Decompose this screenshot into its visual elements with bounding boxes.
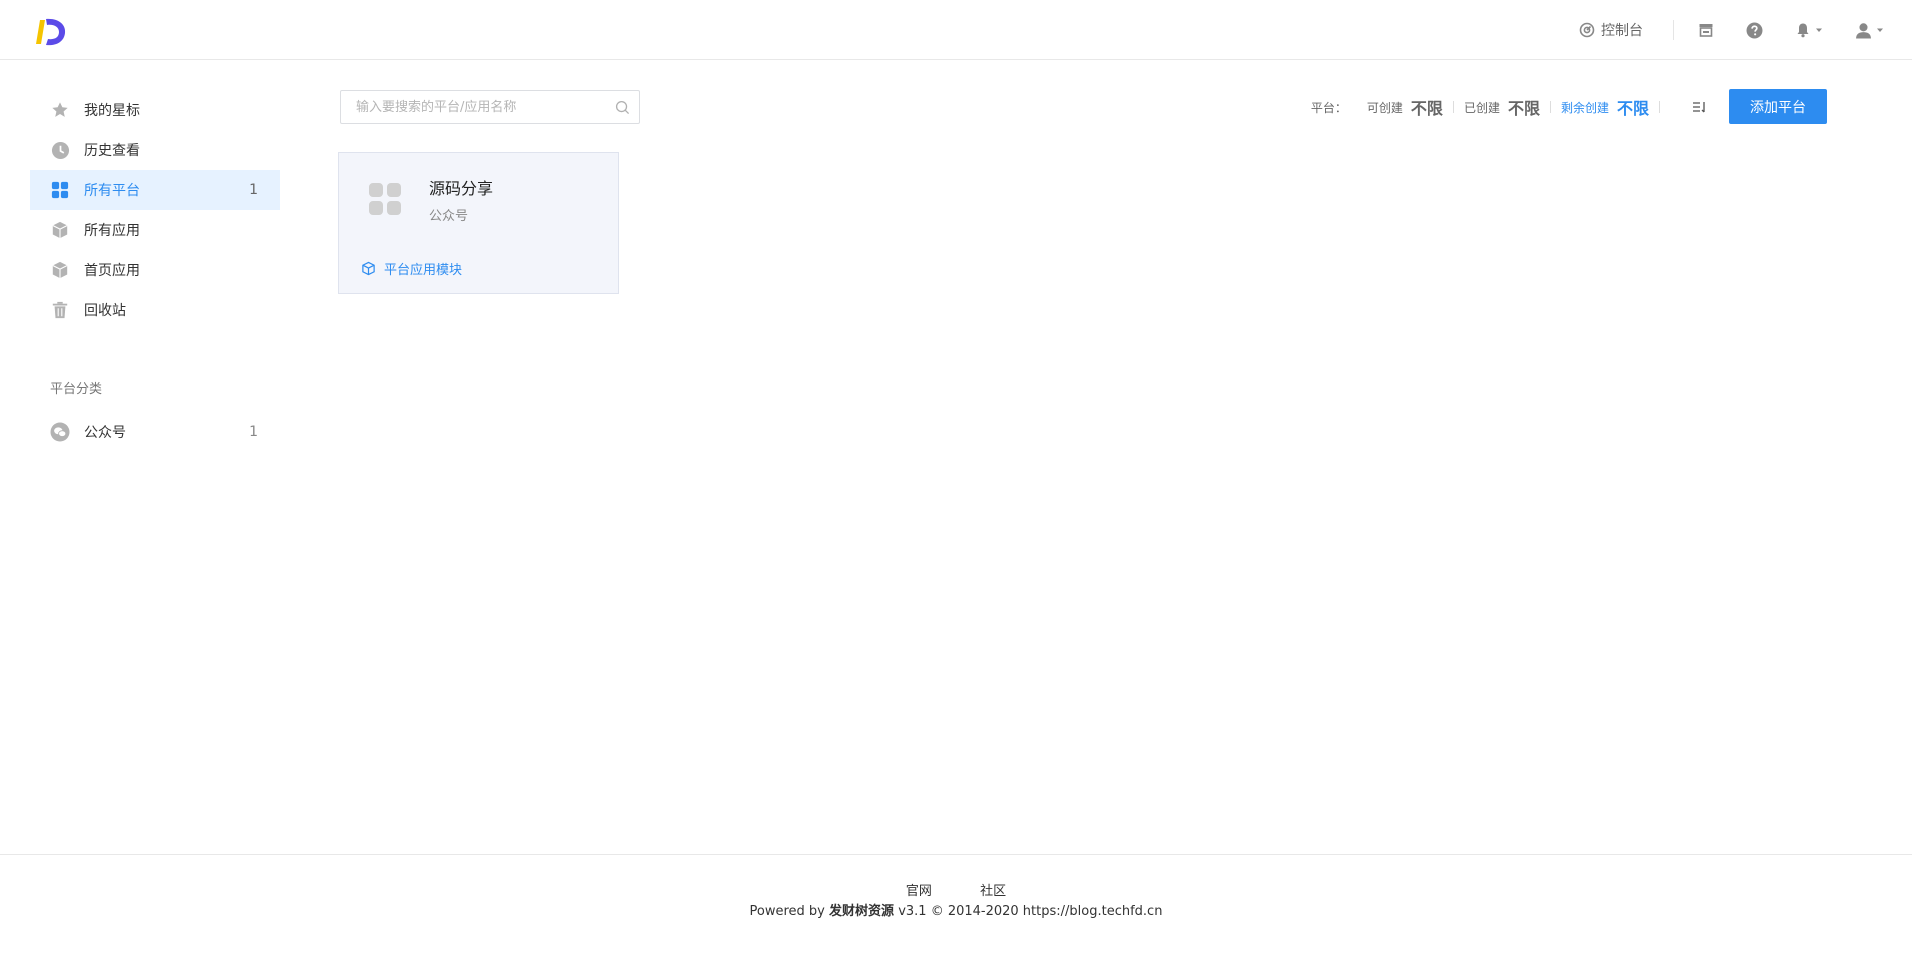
platform-app-module-link[interactable]: 平台应用模块 bbox=[361, 259, 462, 278]
top-header: 控制台 bbox=[0, 0, 1912, 60]
sidebar: 我的星标 历史查看 所有平台 1 所有应用 首页应用 回收站 平台分类 公众号 … bbox=[30, 90, 280, 452]
footer-links: 官网 社区 bbox=[0, 880, 1912, 899]
search-input[interactable] bbox=[341, 91, 639, 123]
platform-label: 平台： bbox=[1310, 100, 1347, 115]
help-button[interactable] bbox=[1746, 22, 1763, 39]
bell-icon bbox=[1797, 23, 1809, 38]
star-icon bbox=[50, 100, 70, 120]
created-value: 不限 bbox=[1507, 99, 1540, 118]
sidebar-item-label: 公众号 bbox=[84, 425, 126, 441]
sort-icon[interactable] bbox=[1692, 100, 1707, 114]
can-create-label: 可创建 bbox=[1366, 100, 1403, 115]
sidebar-item-history[interactable]: 历史查看 bbox=[30, 130, 280, 170]
sidebar-item-home-apps[interactable]: 首页应用 bbox=[30, 250, 280, 290]
sidebar-item-label: 首页应用 bbox=[84, 263, 140, 279]
remaining-label: 剩余创建 bbox=[1560, 100, 1609, 115]
sidebar-item-starred[interactable]: 我的星标 bbox=[30, 90, 280, 130]
search-box bbox=[340, 90, 640, 124]
store-button[interactable] bbox=[1698, 22, 1714, 38]
sidebar-item-label: 所有平台 bbox=[84, 183, 140, 199]
platform-card-title: 源码分享 bbox=[429, 179, 494, 198]
footer-link-community[interactable]: 社区 bbox=[980, 884, 1006, 899]
remaining-value: 不限 bbox=[1616, 99, 1649, 118]
sidebar-item-all-apps[interactable]: 所有应用 bbox=[30, 210, 280, 250]
sidebar-item-count: 1 bbox=[249, 424, 258, 440]
sidebar-item-all-platforms[interactable]: 所有平台 1 bbox=[30, 170, 280, 210]
footer-brand: 发财树资源 bbox=[829, 904, 895, 919]
help-icon bbox=[1746, 22, 1763, 38]
category-section-title: 平台分类 bbox=[50, 382, 103, 397]
module-cube-icon bbox=[362, 261, 375, 276]
chevron-down-icon bbox=[1816, 28, 1822, 32]
dashboard-icon bbox=[1579, 22, 1595, 38]
trash-icon bbox=[50, 300, 70, 320]
notifications-button[interactable] bbox=[1795, 22, 1823, 38]
powered-by-text: Powered by bbox=[749, 904, 825, 919]
clock-icon bbox=[50, 140, 70, 160]
wechat-icon bbox=[50, 422, 70, 442]
sidebar-item-label: 所有应用 bbox=[84, 223, 140, 239]
search-icon[interactable] bbox=[615, 100, 630, 115]
footer-copyright: Powered by 发财树资源 v3.1 © 2014-2020 https:… bbox=[0, 900, 1912, 919]
stat-divider bbox=[1549, 101, 1551, 113]
user-menu-button[interactable] bbox=[1855, 22, 1884, 39]
sidebar-item-recycle-bin[interactable]: 回收站 bbox=[30, 290, 280, 330]
sidebar-item-label: 历史查看 bbox=[84, 143, 140, 159]
page-footer: 官网 社区 Powered by 发财树资源 v3.1 © 2014-2020 … bbox=[0, 854, 1912, 954]
sidebar-item-wechat-official[interactable]: 公众号 1 bbox=[30, 412, 280, 452]
platform-card[interactable]: 源码分享 公众号 平台应用模块 bbox=[338, 152, 619, 294]
sidebar-item-label: 我的星标 bbox=[84, 103, 140, 119]
platform-card-type: 公众号 bbox=[429, 209, 469, 224]
header-actions: 控制台 bbox=[1579, 0, 1884, 60]
grid-icon bbox=[50, 180, 70, 200]
user-icon bbox=[1856, 22, 1871, 38]
can-create-value: 不限 bbox=[1410, 99, 1443, 118]
store-icon bbox=[1699, 24, 1713, 37]
chevron-down-icon bbox=[1877, 28, 1883, 32]
console-link[interactable]: 控制台 bbox=[1579, 20, 1643, 40]
platform-default-logo-icon bbox=[369, 183, 401, 215]
stat-divider bbox=[1659, 101, 1660, 113]
brand-logo[interactable] bbox=[32, 14, 68, 50]
sidebar-item-label: 回收站 bbox=[84, 303, 126, 319]
platform-app-module-label: 平台应用模块 bbox=[384, 263, 463, 278]
platform-quota-stats: 平台： 可创建 不限 已创建 不限 剩余创建 不限 bbox=[1311, 90, 1707, 124]
copyright-text: v3.1 © 2014-2020 https://blog.techfd.cn bbox=[898, 904, 1163, 919]
footer-link-official-site[interactable]: 官网 bbox=[906, 884, 932, 899]
stat-divider bbox=[1452, 101, 1454, 113]
cube-icon bbox=[50, 220, 70, 240]
created-label: 已创建 bbox=[1463, 100, 1500, 115]
sidebar-item-count: 1 bbox=[249, 182, 258, 198]
header-divider bbox=[1673, 20, 1674, 40]
console-label: 控制台 bbox=[1601, 23, 1643, 39]
cube-icon bbox=[50, 260, 70, 280]
add-platform-button[interactable]: 添加平台 bbox=[1729, 89, 1827, 124]
